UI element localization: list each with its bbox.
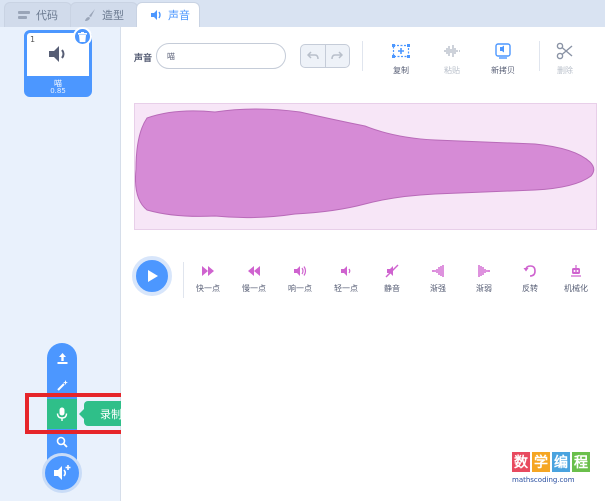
robot-icon: [571, 265, 581, 277]
brush-icon: [85, 9, 95, 21]
logo-site: mathscoding.com: [512, 476, 575, 484]
waveform-area[interactable]: [134, 103, 597, 230]
code-icon: [18, 11, 30, 19]
redo-button[interactable]: [325, 44, 350, 68]
sound-name-input[interactable]: [156, 43, 286, 69]
effect-slower-label: 慢一点: [242, 284, 266, 293]
undo-redo-group: [300, 44, 350, 68]
surprise-icon: [56, 379, 68, 391]
toolbar-divider: [539, 41, 540, 71]
search-icon: [56, 436, 68, 448]
upload-icon: [57, 352, 67, 364]
effect-softer[interactable]: 轻一点: [323, 264, 369, 294]
effect-reverse[interactable]: 反转: [507, 264, 553, 294]
fade-in-icon: [432, 265, 444, 277]
tab-costumes-label: 造型: [102, 9, 124, 22]
copy-to-new-button[interactable]: 新拷贝: [481, 42, 525, 76]
copy-label: 复制: [393, 66, 409, 75]
effect-fade-out[interactable]: 渐弱: [461, 264, 507, 294]
logo-char: 程: [572, 452, 590, 472]
paste-icon: [444, 45, 460, 57]
fade-out-icon: [478, 265, 490, 277]
paste-button[interactable]: 粘贴: [430, 42, 474, 76]
tab-code[interactable]: 代码: [4, 2, 72, 27]
effect-faster[interactable]: 快一点: [185, 264, 231, 294]
sound-item-duration: 0.85: [50, 87, 66, 95]
redo-icon: [331, 51, 344, 60]
effect-mute-label: 静音: [384, 284, 400, 293]
effect-softer-label: 轻一点: [334, 284, 358, 293]
effect-robot-label: 机械化: [564, 284, 588, 293]
upload-sound-button[interactable]: [47, 345, 77, 371]
sound-item-number: 1: [30, 35, 36, 44]
effect-mute[interactable]: 静音: [369, 264, 415, 294]
copy-to-new-label: 新拷贝: [491, 66, 515, 75]
volume-down-icon: [341, 266, 351, 276]
copy-button[interactable]: 复制: [379, 42, 423, 76]
mute-icon: [385, 264, 399, 278]
toolbar-divider: [362, 41, 363, 71]
sound-name-label: 声音: [134, 54, 153, 64]
delete-label: 删除: [557, 66, 573, 75]
add-sound-icon: [54, 465, 71, 480]
effect-fade-in[interactable]: 渐强: [415, 264, 461, 294]
tab-sounds[interactable]: 声音: [136, 2, 200, 27]
effect-louder[interactable]: 响一点: [277, 264, 323, 294]
copy-icon: [392, 44, 410, 58]
logo-char: 学: [532, 452, 550, 472]
effect-fade-out-label: 渐弱: [476, 284, 492, 293]
tab-costumes[interactable]: 造型: [70, 2, 138, 27]
copy-to-new-icon: [495, 43, 511, 59]
effect-reverse-label: 反转: [522, 284, 538, 293]
play-icon: [148, 270, 158, 282]
effect-faster-label: 快一点: [196, 284, 220, 293]
logo-char: 编: [552, 452, 570, 472]
waveform-shape: [135, 108, 595, 219]
reverse-icon: [523, 265, 536, 277]
rewind-icon: [248, 266, 260, 276]
effect-slower[interactable]: 慢一点: [231, 264, 277, 294]
mathscoding-logo: 数 学 编 程 mathscoding.com: [512, 452, 602, 498]
effect-fade-in-label: 渐强: [430, 284, 446, 293]
scissors-icon: [556, 42, 573, 60]
undo-button[interactable]: [300, 44, 326, 68]
fast-forward-icon: [202, 266, 214, 276]
speaker-icon: [49, 46, 65, 62]
volume-up-icon: [294, 266, 307, 276]
add-sound-button[interactable]: [42, 453, 82, 493]
play-button[interactable]: [132, 256, 172, 296]
tab-code-label: 代码: [36, 9, 58, 22]
effects-divider: [183, 262, 184, 298]
speaker-icon: [151, 10, 161, 20]
paste-label: 粘贴: [444, 66, 460, 75]
delete-sound-button[interactable]: [73, 27, 92, 46]
trash-icon: [78, 31, 87, 42]
tab-sounds-label: 声音: [168, 9, 190, 22]
effect-louder-label: 响一点: [288, 284, 312, 293]
delete-button[interactable]: 删除: [543, 42, 587, 76]
undo-icon: [306, 51, 319, 60]
effect-robot[interactable]: 机械化: [553, 264, 599, 294]
logo-char: 数: [512, 452, 530, 472]
